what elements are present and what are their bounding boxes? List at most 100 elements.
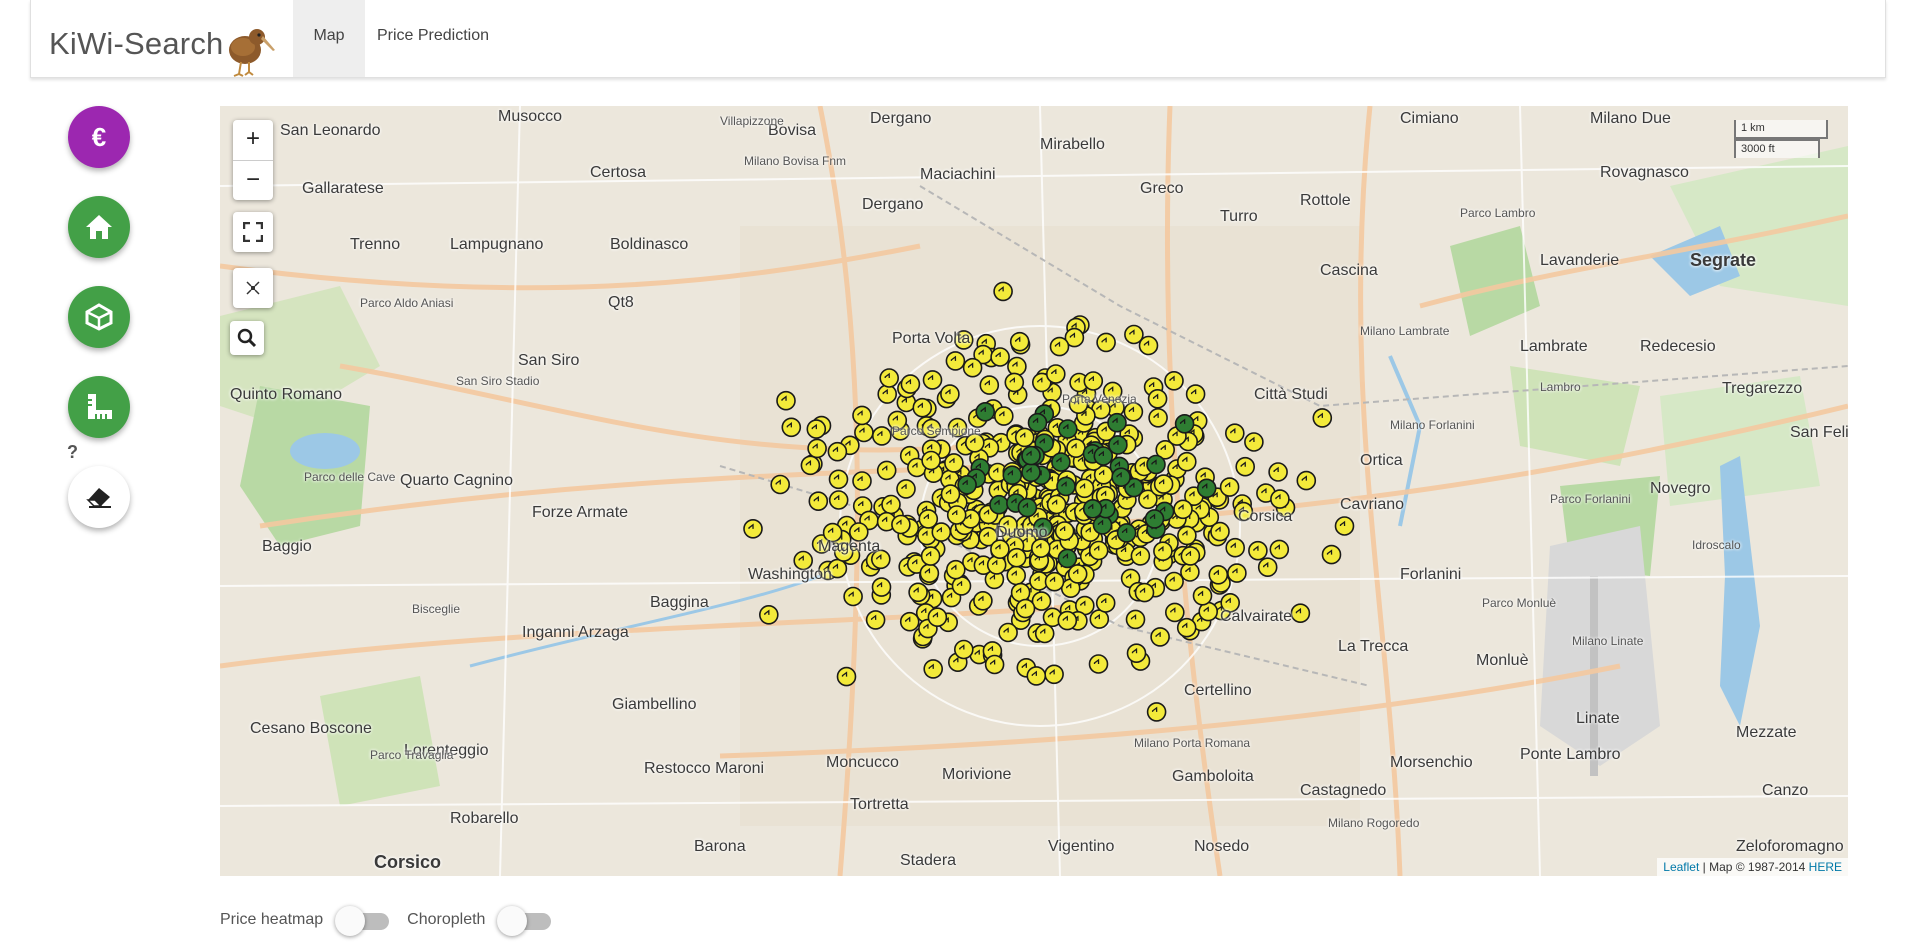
fullscreen-button[interactable] <box>233 212 273 252</box>
listing-marker[interactable] <box>1225 537 1246 558</box>
listing-marker[interactable] <box>1176 617 1197 638</box>
listing-marker[interactable] <box>1082 498 1103 519</box>
leaflet-link[interactable]: Leaflet <box>1663 860 1699 874</box>
listing-marker[interactable] <box>1088 540 1109 561</box>
listing-marker[interactable] <box>843 586 863 607</box>
listing-marker[interactable] <box>946 505 967 525</box>
listing-marker[interactable] <box>927 607 948 628</box>
price-filter-button[interactable]: € <box>68 106 130 168</box>
listing-marker[interactable] <box>827 441 848 462</box>
tab-map[interactable]: Map <box>293 0 365 77</box>
listing-marker[interactable] <box>1227 563 1247 583</box>
listing-marker[interactable] <box>1044 571 1065 592</box>
listing-marker[interactable] <box>1134 582 1155 603</box>
measure-button[interactable] <box>68 376 130 438</box>
listing-marker[interactable] <box>806 419 827 439</box>
listing-marker[interactable] <box>1057 419 1078 439</box>
listing-marker[interactable] <box>945 351 966 371</box>
listing-marker[interactable] <box>1296 470 1317 491</box>
listing-marker[interactable] <box>993 281 1013 302</box>
listing-marker[interactable] <box>1269 539 1290 560</box>
listing-marker[interactable] <box>919 563 940 584</box>
listing-marker[interactable] <box>781 417 802 438</box>
draw-polygon-button[interactable] <box>68 286 130 348</box>
listing-marker[interactable] <box>944 453 964 473</box>
listing-marker[interactable] <box>945 559 966 580</box>
listing-marker[interactable] <box>1066 438 1086 459</box>
clear-drawings-button[interactable] <box>68 466 130 528</box>
listing-marker[interactable] <box>852 471 872 491</box>
listing-marker[interactable] <box>1089 609 1110 629</box>
listing-marker[interactable] <box>1126 643 1147 664</box>
listing-marker[interactable] <box>953 639 974 660</box>
listing-marker[interactable] <box>1051 452 1071 472</box>
listing-marker[interactable] <box>1049 336 1070 357</box>
listing-marker[interactable] <box>1268 462 1288 482</box>
listing-marker[interactable] <box>957 474 977 495</box>
listing-marker[interactable] <box>1007 356 1027 377</box>
listing-marker[interactable] <box>1014 427 1035 448</box>
listing-marker[interactable] <box>1208 564 1229 585</box>
listing-marker[interactable] <box>1095 593 1116 613</box>
listing-marker[interactable] <box>990 539 1010 560</box>
listing-marker[interactable] <box>975 401 996 422</box>
listing-marker[interactable] <box>1002 465 1023 486</box>
listing-marker[interactable] <box>1130 546 1151 566</box>
listing-marker[interactable] <box>899 611 920 632</box>
listing-marker[interactable] <box>1150 627 1170 647</box>
listing-marker[interactable] <box>1116 523 1137 543</box>
listing-marker[interactable] <box>1088 654 1109 674</box>
app-brand[interactable]: KiWi-Search <box>49 26 223 62</box>
listing-marker[interactable] <box>1083 371 1104 391</box>
listing-marker[interactable] <box>912 397 933 418</box>
listing-marker[interactable] <box>921 450 941 471</box>
listing-marker[interactable] <box>1046 494 1067 515</box>
listing-marker[interactable] <box>1021 445 1041 466</box>
listing-marker[interactable] <box>1235 456 1255 477</box>
listing-marker[interactable] <box>836 666 857 687</box>
listing-marker[interactable] <box>1045 364 1066 384</box>
listing-marker[interactable] <box>1180 546 1201 566</box>
listing-marker[interactable] <box>1147 388 1168 409</box>
listing-marker[interactable] <box>828 490 849 510</box>
listing-marker[interactable] <box>990 347 1010 367</box>
help-icon[interactable]: ? <box>67 442 78 463</box>
listing-marker[interactable] <box>1006 547 1027 568</box>
listing-marker[interactable] <box>1176 451 1197 472</box>
listing-marker[interactable] <box>1026 666 1047 686</box>
listing-marker[interactable] <box>973 590 993 611</box>
listing-marker[interactable] <box>876 460 897 481</box>
listing-marker[interactable] <box>1210 521 1230 542</box>
listing-marker[interactable] <box>1177 525 1197 546</box>
listing-marker[interactable] <box>1321 544 1342 565</box>
listing-marker[interactable] <box>1107 412 1127 433</box>
listing-marker[interactable] <box>807 438 827 459</box>
listing-marker[interactable] <box>854 422 874 443</box>
listing-marker[interactable] <box>1164 571 1184 592</box>
listing-marker[interactable] <box>1146 454 1166 475</box>
price-heatmap-toggle[interactable] <box>335 905 391 936</box>
listing-marker[interactable] <box>979 375 1000 395</box>
listing-marker[interactable] <box>1219 477 1240 497</box>
listing-marker[interactable] <box>1174 413 1195 434</box>
listing-marker[interactable] <box>940 384 960 404</box>
listing-marker[interactable] <box>1004 372 1025 393</box>
listing-marker[interactable] <box>1125 609 1146 630</box>
listing-marker[interactable] <box>1144 509 1165 529</box>
listing-marker[interactable] <box>828 469 849 490</box>
listing-marker[interactable] <box>1027 412 1048 433</box>
listing-marker[interactable] <box>1111 467 1131 488</box>
tab-price-prediction[interactable]: Price Prediction <box>365 0 501 77</box>
listing-marker[interactable] <box>908 582 928 603</box>
listing-marker[interactable] <box>776 390 796 411</box>
zoom-out-button[interactable]: − <box>233 160 273 200</box>
map-search-button[interactable] <box>230 321 264 355</box>
listing-marker[interactable] <box>1067 564 1088 584</box>
listing-marker[interactable] <box>877 384 898 404</box>
listing-marker[interactable] <box>1164 370 1184 391</box>
listing-marker[interactable] <box>1312 408 1333 428</box>
listing-marker[interactable] <box>1057 610 1078 631</box>
listing-marker[interactable] <box>923 659 944 679</box>
listing-marker[interactable] <box>1192 585 1213 606</box>
listing-marker[interactable] <box>891 514 911 535</box>
